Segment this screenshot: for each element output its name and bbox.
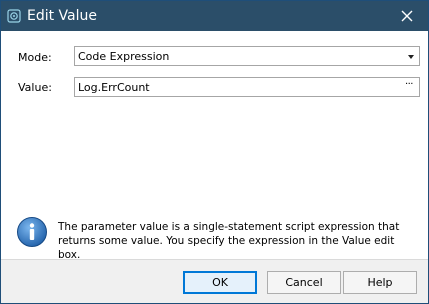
ok-button[interactable]: OK: [183, 271, 257, 294]
cancel-button[interactable]: Cancel: [267, 271, 341, 294]
app-icon: [7, 9, 21, 23]
dialog-content: Mode: Code Expression Value: Log.ErrCoun…: [1, 31, 428, 261]
mode-select[interactable]: Code Expression: [74, 46, 420, 66]
close-icon: [401, 10, 413, 22]
info-text: The parameter value is a single-statemen…: [58, 221, 400, 261]
value-input-text: Log.ErrCount: [78, 81, 150, 94]
mode-label: Mode:: [18, 51, 52, 64]
info-icon: [16, 216, 48, 248]
mode-selected-value: Code Expression: [78, 50, 170, 63]
window-title: Edit Value: [27, 8, 98, 24]
close-button[interactable]: [386, 1, 428, 31]
ellipsis-button[interactable]: ···: [405, 79, 414, 90]
value-label: Value:: [18, 81, 52, 94]
value-input[interactable]: Log.ErrCount ···: [74, 77, 420, 97]
help-button[interactable]: Help: [343, 271, 417, 294]
title-bar: Edit Value: [1, 1, 428, 31]
button-bar: OK Cancel Help: [1, 260, 428, 303]
chevron-down-icon[interactable]: [408, 55, 414, 59]
edit-value-dialog: Edit Value Mode: Code Expression Value: …: [0, 0, 429, 304]
